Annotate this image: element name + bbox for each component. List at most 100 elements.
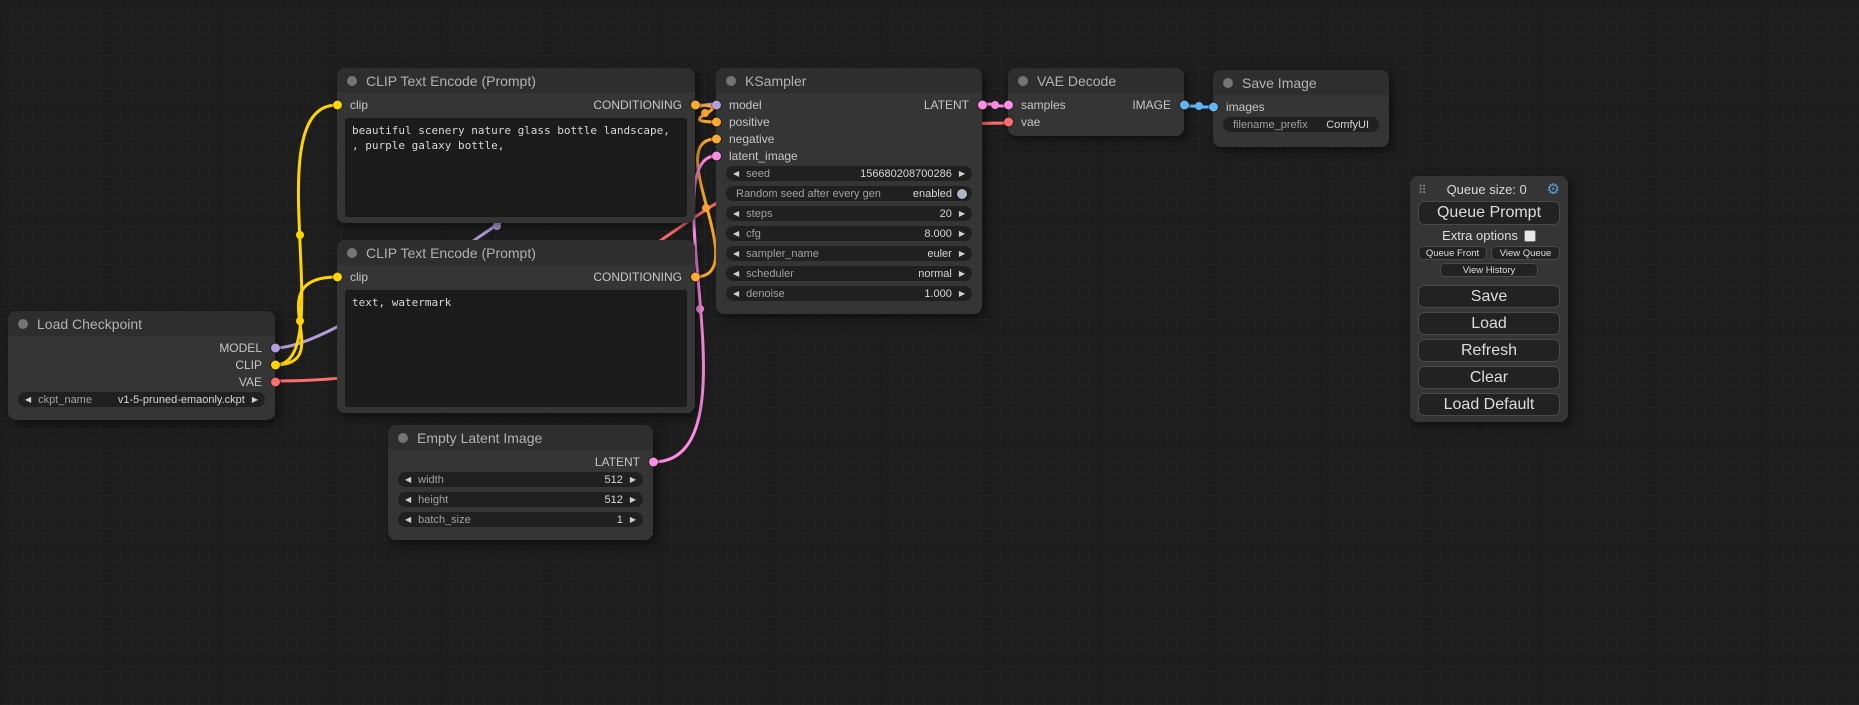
- link-midpoint-dot: [696, 305, 704, 313]
- negative-prompt-textarea[interactable]: text, watermark: [345, 290, 687, 407]
- node-titlebar[interactable]: CLIP Text Encode (Prompt): [337, 68, 695, 93]
- node-title: CLIP Text Encode (Prompt): [366, 73, 536, 89]
- positive-prompt-textarea[interactable]: beautiful scenery nature glass bottle la…: [345, 118, 687, 217]
- node-titlebar[interactable]: VAE Decode: [1008, 68, 1184, 93]
- collapse-dot-icon[interactable]: [398, 433, 408, 443]
- collapse-dot-icon[interactable]: [347, 76, 357, 86]
- decrement-arrow-icon[interactable]: ◀: [405, 516, 411, 524]
- link-midpoint-dot: [296, 317, 304, 325]
- refresh-button[interactable]: Refresh: [1418, 339, 1560, 362]
- node-load-checkpoint[interactable]: Load Checkpoint MODEL CLIP VAE ◀ ckpt_na…: [8, 311, 275, 420]
- increment-arrow-icon[interactable]: ▶: [959, 230, 965, 238]
- filename-prefix-widget[interactable]: filename_prefix ComfyUI: [1223, 117, 1379, 132]
- vae-output-dot[interactable]: [271, 377, 280, 386]
- cfg-widget[interactable]: ◀ cfg 8.000 ▶: [726, 226, 972, 241]
- output-slot-model: MODEL: [8, 339, 275, 356]
- collapse-dot-icon[interactable]: [1223, 78, 1233, 88]
- clip-input-dot[interactable]: [333, 100, 342, 109]
- input-slot-negative: negative: [716, 130, 982, 147]
- random-seed-toggle-widget[interactable]: Random seed after every gen enabled: [726, 186, 972, 201]
- decrement-arrow-icon[interactable]: ◀: [405, 476, 411, 484]
- increment-arrow-icon[interactable]: ▶: [959, 290, 965, 298]
- increment-arrow-icon[interactable]: ▶: [959, 250, 965, 258]
- decrement-arrow-icon[interactable]: ◀: [25, 396, 31, 404]
- increment-arrow-icon[interactable]: ▶: [959, 210, 965, 218]
- drag-handle-icon[interactable]: ⠿: [1418, 183, 1427, 197]
- collapse-dot-icon[interactable]: [1018, 76, 1028, 86]
- conditioning-output-dot[interactable]: [691, 100, 700, 109]
- negative-input-dot[interactable]: [712, 134, 721, 143]
- batch-size-widget[interactable]: ◀ batch_size 1 ▶: [398, 512, 643, 527]
- input-slot-vae: vae: [1008, 113, 1184, 130]
- samples-input-dot[interactable]: [1004, 100, 1013, 109]
- decrement-arrow-icon[interactable]: ◀: [733, 270, 739, 278]
- clear-button[interactable]: Clear: [1418, 366, 1560, 389]
- node-vae-decode[interactable]: VAE Decode samples IMAGE vae: [1008, 68, 1184, 136]
- latent-output-dot[interactable]: [978, 100, 987, 109]
- decrement-arrow-icon[interactable]: ◀: [733, 250, 739, 258]
- decrement-arrow-icon[interactable]: ◀: [405, 496, 411, 504]
- node-titlebar[interactable]: Empty Latent Image: [388, 425, 653, 450]
- increment-arrow-icon[interactable]: ▶: [252, 396, 258, 404]
- sampler-name-widget[interactable]: ◀ sampler_name euler ▶: [726, 246, 972, 261]
- width-widget[interactable]: ◀ width 512 ▶: [398, 472, 643, 487]
- node-title: KSampler: [745, 73, 806, 89]
- clip-output-dot[interactable]: [271, 360, 280, 369]
- queue-front-button[interactable]: Queue Front: [1418, 246, 1487, 260]
- node-title: VAE Decode: [1037, 73, 1116, 89]
- model-output-dot[interactable]: [271, 343, 280, 352]
- increment-arrow-icon[interactable]: ▶: [630, 476, 636, 484]
- image-output-dot[interactable]: [1180, 100, 1189, 109]
- slot-row-clip-conditioning: clip CONDITIONING: [337, 268, 695, 285]
- increment-arrow-icon[interactable]: ▶: [630, 516, 636, 524]
- clip-input-dot[interactable]: [333, 272, 342, 281]
- ckpt-name-widget[interactable]: ◀ ckpt_name v1-5-pruned-emaonly.ckpt ▶: [18, 392, 265, 407]
- queue-menu-panel: ⠿ Queue size: 0 ⚙ Queue Prompt Extra opt…: [1410, 176, 1568, 422]
- node-clip-text-encode-positive[interactable]: CLIP Text Encode (Prompt) clip CONDITION…: [337, 68, 695, 223]
- output-slot-latent: LATENT: [388, 453, 653, 470]
- toggle-indicator-icon[interactable]: [957, 189, 967, 199]
- collapse-dot-icon[interactable]: [726, 76, 736, 86]
- link-midpoint-dot: [296, 231, 304, 239]
- decrement-arrow-icon[interactable]: ◀: [733, 210, 739, 218]
- collapse-dot-icon[interactable]: [347, 248, 357, 258]
- load-default-button[interactable]: Load Default: [1418, 393, 1560, 416]
- scheduler-widget[interactable]: ◀ scheduler normal ▶: [726, 266, 972, 281]
- link-midpoint-dot: [991, 101, 999, 109]
- extra-options-checkbox[interactable]: [1524, 230, 1536, 242]
- positive-input-dot[interactable]: [712, 117, 721, 126]
- node-titlebar[interactable]: CLIP Text Encode (Prompt): [337, 240, 695, 265]
- settings-gear-icon[interactable]: ⚙: [1547, 182, 1560, 197]
- increment-arrow-icon[interactable]: ▶: [959, 270, 965, 278]
- model-input-dot[interactable]: [712, 100, 721, 109]
- increment-arrow-icon[interactable]: ▶: [959, 170, 965, 178]
- increment-arrow-icon[interactable]: ▶: [630, 496, 636, 504]
- conditioning-output-dot[interactable]: [691, 272, 700, 281]
- node-save-image[interactable]: Save Image images filename_prefix ComfyU…: [1213, 70, 1389, 147]
- view-queue-button[interactable]: View Queue: [1491, 246, 1560, 260]
- node-titlebar[interactable]: Load Checkpoint: [8, 311, 275, 336]
- node-empty-latent-image[interactable]: Empty Latent Image LATENT ◀ width 512 ▶ …: [388, 425, 653, 540]
- vae-input-dot[interactable]: [1004, 117, 1013, 126]
- view-history-button[interactable]: View History: [1440, 263, 1538, 277]
- node-titlebar[interactable]: Save Image: [1213, 70, 1389, 95]
- images-input-dot[interactable]: [1209, 102, 1218, 111]
- workflow-canvas[interactable]: Load Checkpoint MODEL CLIP VAE ◀ ckpt_na…: [0, 0, 1859, 705]
- load-button[interactable]: Load: [1418, 312, 1560, 335]
- height-widget[interactable]: ◀ height 512 ▶: [398, 492, 643, 507]
- decrement-arrow-icon[interactable]: ◀: [733, 290, 739, 298]
- decrement-arrow-icon[interactable]: ◀: [733, 230, 739, 238]
- denoise-widget[interactable]: ◀ denoise 1.000 ▶: [726, 286, 972, 301]
- queue-prompt-button[interactable]: Queue Prompt: [1418, 201, 1560, 225]
- menu-header: ⠿ Queue size: 0 ⚙: [1418, 181, 1560, 198]
- collapse-dot-icon[interactable]: [18, 319, 28, 329]
- seed-widget[interactable]: ◀ seed 156680208700286 ▶: [726, 166, 972, 181]
- latent-output-dot[interactable]: [649, 457, 658, 466]
- steps-widget[interactable]: ◀ steps 20 ▶: [726, 206, 972, 221]
- node-ksampler[interactable]: KSampler model LATENT positive negative …: [716, 68, 982, 314]
- node-titlebar[interactable]: KSampler: [716, 68, 982, 93]
- save-button[interactable]: Save: [1418, 285, 1560, 308]
- latent-image-input-dot[interactable]: [712, 151, 721, 160]
- decrement-arrow-icon[interactable]: ◀: [733, 170, 739, 178]
- node-clip-text-encode-negative[interactable]: CLIP Text Encode (Prompt) clip CONDITION…: [337, 240, 695, 413]
